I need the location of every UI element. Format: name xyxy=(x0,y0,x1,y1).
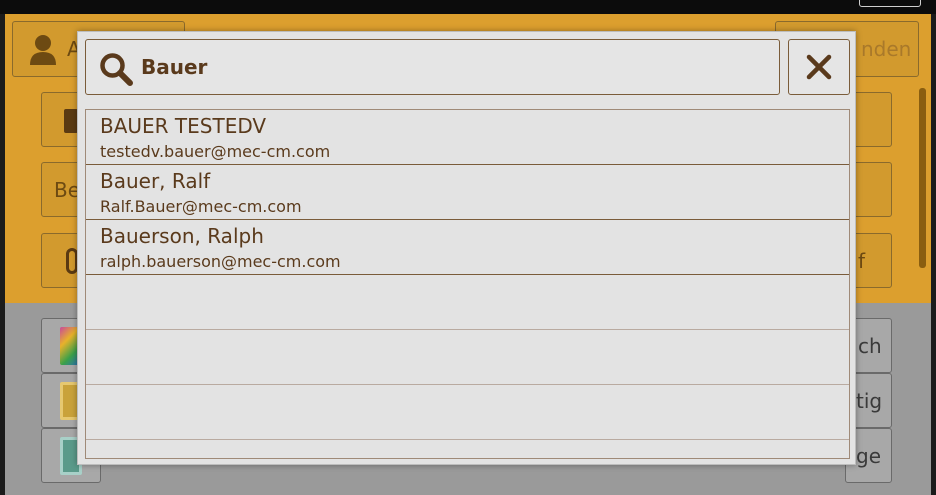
background-list-label-3: ge xyxy=(856,444,881,468)
top-status-bar xyxy=(0,0,936,14)
background-tile-r3-label: f xyxy=(858,249,866,273)
search-results-list: BAUER TESTEDV testedv.bauer@mec-cm.com B… xyxy=(85,109,850,459)
close-icon xyxy=(806,54,832,80)
result-email: ralph.bauerson@mec-cm.com xyxy=(100,252,341,271)
result-item[interactable]: Bauer, Ralf Ralf.Bauer@mec-cm.com xyxy=(86,165,849,220)
background-list-label-2: tig xyxy=(856,389,883,413)
search-icon xyxy=(100,53,133,86)
result-name: Bauer, Ralf xyxy=(100,169,211,193)
contact-search-dialog: BAUER TESTEDV testedv.bauer@mec-cm.com B… xyxy=(77,31,856,465)
result-item[interactable]: Bauerson, Ralph ralph.bauerson@mec-cm.co… xyxy=(86,220,849,275)
user-icon xyxy=(30,35,56,65)
search-field[interactable] xyxy=(85,39,780,95)
result-item[interactable]: BAUER TESTEDV testedv.bauer@mec-cm.com xyxy=(86,110,849,165)
empty-result-row xyxy=(86,330,849,385)
background-scrollbar xyxy=(919,88,926,268)
close-button[interactable] xyxy=(788,39,850,95)
result-name: BAUER TESTEDV xyxy=(100,114,267,138)
empty-result-row xyxy=(86,275,849,330)
top-bar-button[interactable] xyxy=(859,0,921,7)
result-email: testedv.bauer@mec-cm.com xyxy=(100,142,331,161)
result-email: Ralf.Bauer@mec-cm.com xyxy=(100,197,302,216)
empty-result-row xyxy=(86,385,849,440)
background-send-label: nden xyxy=(861,37,912,61)
search-input[interactable] xyxy=(141,50,761,84)
result-name: Bauerson, Ralph xyxy=(100,224,264,248)
background-list-label-1: ch xyxy=(858,334,882,358)
